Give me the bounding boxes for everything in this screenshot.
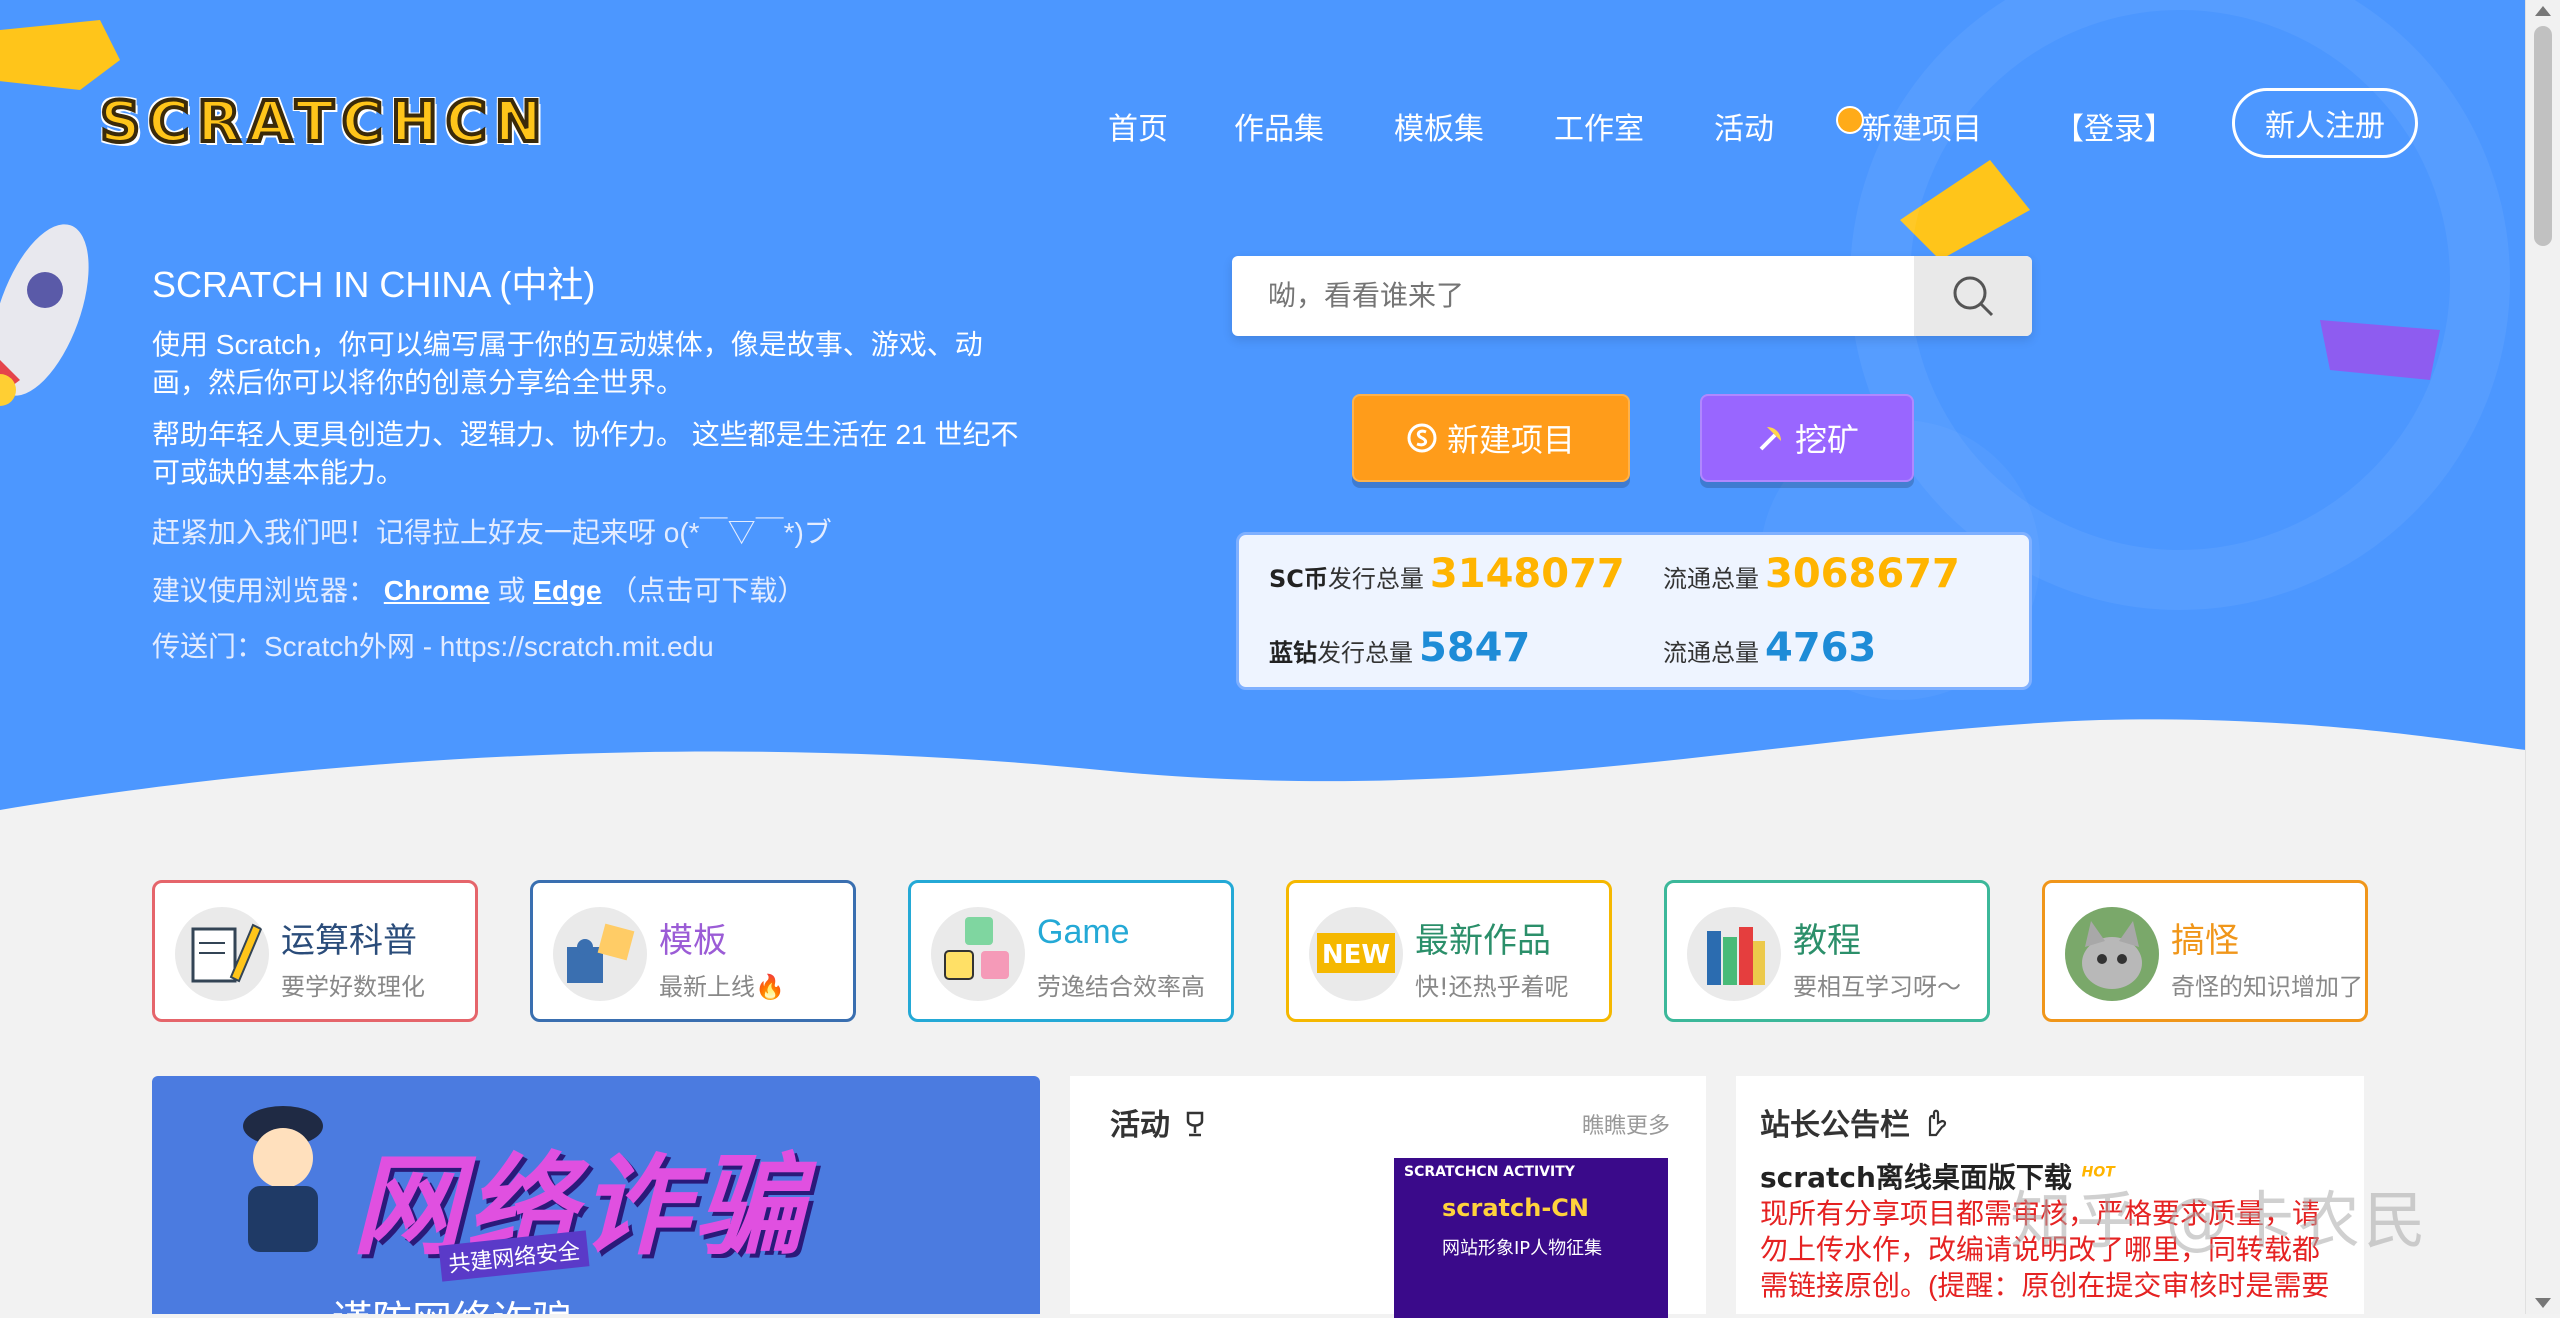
activity-more-link[interactable]: 瞧瞧更多 [1582, 1108, 1670, 1140]
nav-works[interactable]: 作品集 [1234, 104, 1324, 148]
nav-home[interactable]: 首页 [1108, 104, 1168, 148]
pickaxe-icon [1759, 427, 1781, 451]
sc-issued-value: 3148077 [1429, 551, 1625, 597]
category-card-latest[interactable]: NEW 最新作品 快!还热乎着呢 [1286, 880, 1612, 1022]
category-subtitle: 劳逸结合效率高 [1037, 973, 1205, 1001]
search-box [1232, 256, 2032, 336]
portal-link[interactable]: 传送门：Scratch外网 - https://scratch.mit.edu [152, 628, 1032, 666]
issued-label: 发行总量 [1327, 565, 1424, 593]
blue-diamond-label: 蓝钻 [1269, 639, 1317, 667]
category-title: 搞怪 [2171, 922, 2239, 960]
poster-subtitle: 网站形象IP人物征集 [1442, 1238, 1603, 1259]
intro-browser: 建议使用浏览器： Chrome 或 Edge （点击可下载） [152, 572, 1032, 610]
category-title: 模板 [659, 922, 727, 960]
browser-prefix: 建议使用浏览器： [152, 575, 377, 606]
page-scrollbar[interactable] [2525, 0, 2560, 1314]
police-officer-icon [243, 1106, 323, 1252]
anti-fraud-banner[interactable]: 网络诈骗 共建网络安全 谨防网络诈骗 [152, 1076, 1040, 1314]
hero-wave [0, 719, 2526, 830]
intro-paragraph-1: 使用 Scratch，你可以编写属于你的互动媒体，像是故事、游戏、动画，然后你可… [152, 329, 983, 398]
intro-block: SCRATCH IN CHINA (中社) 使用 Scratch，你可以编写属于… [152, 256, 1032, 666]
category-title: Game [1037, 913, 1130, 951]
intro-join: 赶紧加入我们吧！记得拉上好友一起来呀 o(*￣▽￣*)ブ [152, 517, 832, 548]
search-icon [1953, 276, 1994, 317]
category-card-templates[interactable]: 模板 最新上线🔥 [530, 880, 856, 1022]
intro-title: SCRATCH IN CHINA (中社) [152, 264, 596, 305]
category-title: 运算科普 [281, 922, 417, 960]
category-subtitle: 要学好数理化 [281, 973, 425, 1001]
currency-stats: SC币发行总量 3148077 流通总量 3068677 蓝钻发行总量 5847… [1236, 532, 2032, 690]
notice-title-text: 站长公告栏 [1760, 1108, 1910, 1143]
new-project-label: 新建项目 [1446, 421, 1575, 459]
banner-caption: 谨防网络诈骗 [332, 1288, 572, 1314]
cat-face-icon [2065, 907, 2159, 1001]
mine-button[interactable]: 挖矿 [1700, 394, 1914, 482]
scratch-s-icon [1836, 106, 1864, 134]
nav-studio[interactable]: 工作室 [1554, 104, 1644, 148]
edge-link[interactable]: Edge [533, 575, 601, 606]
poster-tag: SCRATCHCN ACTIVITY [1404, 1164, 1575, 1180]
nav-login[interactable]: 【登录】 [2054, 104, 2174, 148]
category-card-math[interactable]: 运算科普 要学好数理化 [152, 880, 478, 1022]
books-icon [1687, 907, 1781, 1001]
browser-suffix: （点击可下载） [609, 575, 806, 606]
intro-paragraph-2: 帮助年轻人更具创造力、逻辑力、协作力。 这些都是生活在 21 世纪不可或缺的基本… [152, 419, 1019, 488]
nav-new-project[interactable]: 新建项目 [1862, 104, 1982, 148]
diamond-circ-stat: 流通总量 4763 [1663, 625, 1876, 671]
diamond-circ-value: 4763 [1765, 625, 1877, 671]
sc-circ-value: 3068677 [1765, 551, 1960, 597]
category-card-game[interactable]: Game 劳逸结合效率高 [908, 880, 1234, 1022]
category-card-tutorial[interactable]: 教程 要相互学习呀～ [1664, 880, 1990, 1022]
nav-events[interactable]: 活动 [1714, 104, 1774, 148]
notice-title: 站长公告栏 [1760, 1100, 1950, 1144]
hand-icon [1929, 1109, 1947, 1137]
diamond-issued-label: 蓝钻发行总量 [1269, 633, 1413, 668]
sc-circ-stat: 流通总量 3068677 [1663, 551, 1960, 597]
browser-or: 或 [497, 575, 526, 606]
category-subtitle: 最新上线🔥 [659, 973, 785, 1001]
issued-label: 发行总量 [1317, 639, 1413, 667]
poster-title: scratch-CN [1442, 1194, 1589, 1222]
scroll-down-arrow[interactable] [2535, 1298, 2551, 1308]
circ-label: 流通总量 [1663, 639, 1759, 667]
scratch-s-icon [1407, 423, 1437, 453]
diamond-issued-value: 5847 [1419, 625, 1531, 671]
rocket-icon [0, 224, 89, 406]
nav-templates[interactable]: 模板集 [1394, 104, 1484, 148]
category-subtitle: 快!还热乎着呢 [1415, 973, 1569, 1001]
sc-issued-stat: SC币发行总量 3148077 [1269, 551, 1625, 597]
activity-title-text: 活动 [1110, 1108, 1170, 1143]
puzzle-icon [553, 907, 647, 1001]
category-title: 教程 [1793, 922, 1861, 960]
scroll-thumb[interactable] [2534, 26, 2552, 246]
activity-title: 活动 [1110, 1100, 1210, 1144]
category-subtitle: 要相互学习呀～ [1793, 973, 1961, 1001]
chrome-link[interactable]: Chrome [384, 575, 490, 606]
circ-label: 流通总量 [1663, 565, 1759, 593]
top-nav: 首页 作品集 模板集 工作室 活动 新建项目 【登录】 新人注册 [0, 88, 2560, 158]
search-button[interactable] [1914, 256, 2032, 336]
search-input[interactable] [1232, 256, 1912, 336]
activity-panel: 活动 瞧瞧更多 SCRATCHCN ACTIVITY scratch-CN 网站… [1070, 1076, 1706, 1318]
trophy-icon [1187, 1111, 1204, 1137]
sc-issued-label: SC币发行总量 [1269, 559, 1424, 594]
category-subtitle: 奇怪的知识增加了 [2171, 973, 2363, 1001]
category-card-funny[interactable]: 搞怪 奇怪的知识增加了 [2042, 880, 2368, 1022]
pencil-notepad-icon [175, 907, 269, 1001]
svg-text:NEW: NEW [1322, 940, 1390, 970]
scroll-up-arrow[interactable] [2535, 6, 2551, 16]
watermark: 知乎 @卡农民 [2010, 1184, 2430, 1257]
new-project-button[interactable]: 新建项目 [1352, 394, 1630, 482]
sc-coin-label: SC币 [1269, 565, 1328, 593]
diamond-issued-stat: 蓝钻发行总量 5847 [1269, 625, 1530, 671]
nav-register-button[interactable]: 新人注册 [2232, 88, 2418, 158]
activity-poster[interactable]: SCRATCHCN ACTIVITY scratch-CN 网站形象IP人物征集 [1394, 1158, 1668, 1318]
new-badge-icon: NEW [1309, 907, 1403, 1001]
game-blocks-icon [931, 907, 1025, 1001]
category-title: 最新作品 [1415, 922, 1551, 960]
mine-label: 挖矿 [1794, 421, 1859, 459]
